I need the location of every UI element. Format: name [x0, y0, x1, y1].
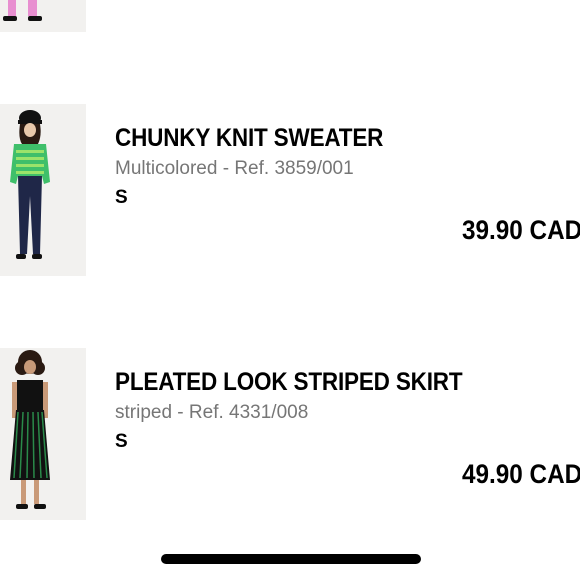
pink-pants-image	[0, 0, 86, 32]
product-price: 49.90 CAD	[462, 459, 580, 489]
product-price: 39.90 CAD	[462, 215, 580, 245]
product-title[interactable]: CHUNKY KNIT SWEATER	[115, 124, 383, 153]
product-color-ref: striped - Ref. 4331/008	[115, 402, 309, 423]
product-size: S	[115, 431, 128, 452]
product-size: S	[115, 187, 128, 208]
skirt-model-image	[0, 348, 86, 520]
product-title[interactable]: PLEATED LOOK STRIPED SKIRT	[115, 368, 463, 397]
home-indicator[interactable]	[161, 554, 421, 564]
product-thumbnail-skirt[interactable]	[0, 348, 86, 520]
product-thumbnail-previous[interactable]	[0, 0, 86, 32]
product-color-ref: Multicolored - Ref. 3859/001	[115, 158, 354, 179]
product-thumbnail-sweater[interactable]	[0, 104, 86, 276]
sweater-model-image	[0, 104, 86, 276]
